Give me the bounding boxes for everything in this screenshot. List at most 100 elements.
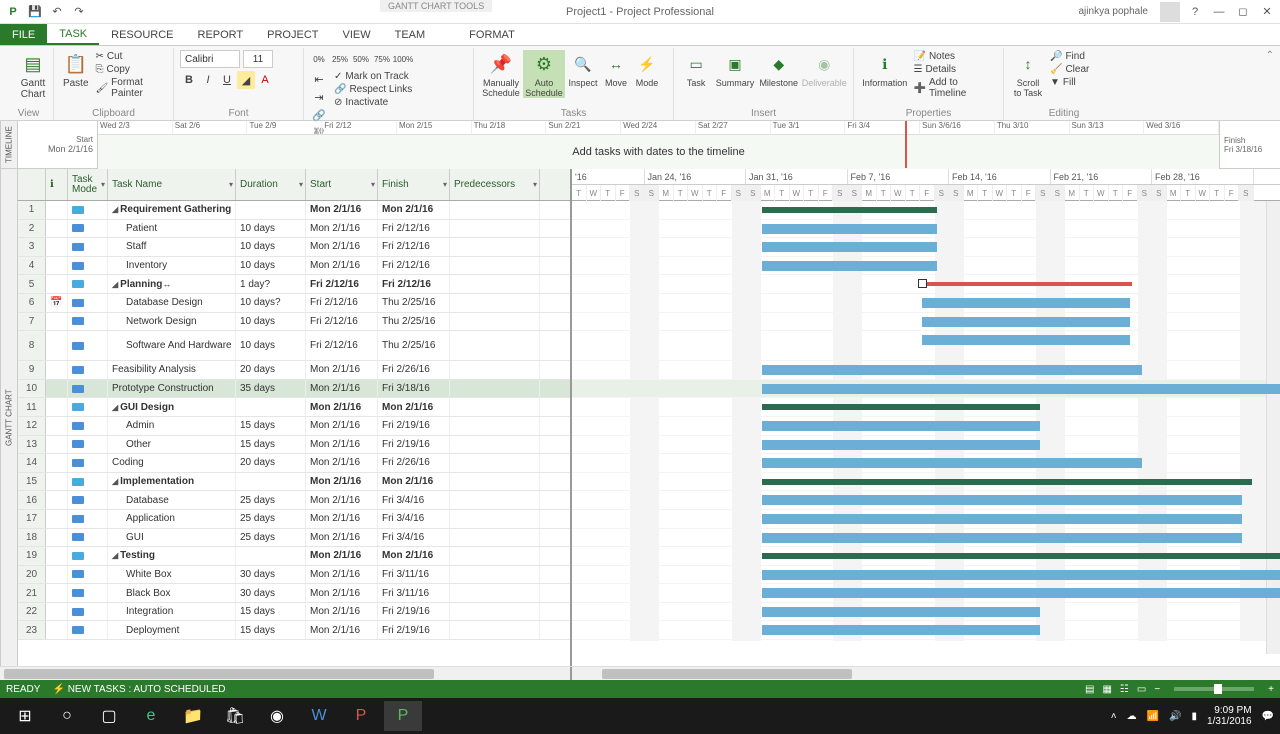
tab-resource[interactable]: RESOURCE: [99, 24, 185, 45]
collapse-ribbon-icon[interactable]: ⌃: [1266, 50, 1274, 61]
vertical-scrollbar[interactable]: [1266, 201, 1280, 654]
table-row[interactable]: 10Prototype Construction35 daysMon 2/1/1…: [18, 380, 570, 399]
cortana-icon[interactable]: ○: [48, 701, 86, 731]
taskview-icon[interactable]: ▢: [90, 701, 128, 731]
table-row[interactable]: 18GUI25 daysMon 2/1/16Fri 3/4/16: [18, 529, 570, 548]
font-size-select[interactable]: 11: [243, 50, 273, 68]
close-icon[interactable]: ✕: [1258, 3, 1276, 21]
copy-button[interactable]: ⎘Copy: [95, 63, 167, 76]
tab-file[interactable]: FILE: [0, 24, 47, 45]
font-name-select[interactable]: Calibri: [180, 50, 240, 68]
horizontal-scrollbar[interactable]: [0, 666, 1280, 680]
tab-view[interactable]: VIEW: [330, 24, 382, 45]
fontcolor-button[interactable]: A: [256, 71, 274, 89]
move-button[interactable]: ↔Move: [601, 50, 631, 98]
view-icon-1[interactable]: ▤: [1085, 684, 1094, 695]
explorer-icon[interactable]: 📁: [174, 701, 212, 731]
zoom-in-icon[interactable]: +: [1268, 684, 1274, 695]
undo-icon[interactable]: ↶: [48, 3, 66, 21]
respect-links-button[interactable]: 🔗Respect Links: [334, 83, 412, 96]
manually-schedule-button[interactable]: 📌Manually Schedule: [480, 50, 522, 98]
ppt-icon[interactable]: P: [342, 701, 380, 731]
table-row[interactable]: 19◢TestingMon 2/1/16Mon 2/1/16: [18, 547, 570, 566]
tab-team[interactable]: TEAM: [383, 24, 438, 45]
zoom-slider[interactable]: [1174, 687, 1254, 691]
col-start[interactable]: Start▾: [306, 169, 378, 200]
table-row[interactable]: 1◢Requirement GatheringMon 2/1/16Mon 2/1…: [18, 201, 570, 220]
outdent-button[interactable]: ⇤: [310, 70, 328, 88]
clear-button[interactable]: 🧹Clear: [1050, 63, 1089, 76]
table-row[interactable]: 5◢Planning ↔1 day?Fri 2/12/16Fri 2/12/16: [18, 275, 570, 294]
table-row[interactable]: 6📅Database Design10 days?Fri 2/12/16Thu …: [18, 294, 570, 313]
table-row[interactable]: 8Software And Hardware10 daysFri 2/12/16…: [18, 331, 570, 361]
chrome-icon[interactable]: ◉: [258, 701, 296, 731]
bold-button[interactable]: B: [180, 71, 198, 89]
timeline-placeholder[interactable]: Add tasks with dates to the timeline: [98, 135, 1219, 169]
tab-report[interactable]: REPORT: [186, 24, 256, 45]
redo-icon[interactable]: ↷: [70, 3, 88, 21]
table-row[interactable]: 22Integration15 daysMon 2/1/16Fri 2/19/1…: [18, 603, 570, 622]
minimize-icon[interactable]: —: [1210, 3, 1228, 21]
table-row[interactable]: 11◢GUI DesignMon 2/1/16Mon 2/1/16: [18, 398, 570, 417]
paste-button[interactable]: 📋 Paste: [60, 50, 91, 100]
view-icon-4[interactable]: ▭: [1137, 684, 1146, 695]
milestone-button[interactable]: ◆Milestone: [758, 50, 800, 88]
pct50-button[interactable]: 50%: [352, 50, 370, 68]
table-row[interactable]: 7Network Design10 daysFri 2/12/16Thu 2/2…: [18, 313, 570, 332]
table-row[interactable]: 21Black Box30 daysMon 2/1/16Fri 3/11/16: [18, 584, 570, 603]
word-icon[interactable]: W: [300, 701, 338, 731]
indent-button[interactable]: ⇥: [310, 88, 328, 106]
pct25-button[interactable]: 25%: [331, 50, 349, 68]
add-timeline-button[interactable]: ➕Add to Timeline: [913, 76, 997, 100]
table-row[interactable]: 2Patient10 daysMon 2/1/16Fri 2/12/16: [18, 220, 570, 239]
find-button[interactable]: 🔎Find: [1050, 50, 1089, 63]
table-row[interactable]: 4Inventory10 daysMon 2/1/16Fri 2/12/16: [18, 257, 570, 276]
pct100-button[interactable]: 100%: [394, 50, 412, 68]
mark-on-track-button[interactable]: ✓Mark on Track: [334, 70, 412, 83]
maximize-icon[interactable]: ◻: [1234, 3, 1252, 21]
details-button[interactable]: ☰Details: [913, 63, 997, 76]
table-row[interactable]: 17Application25 daysMon 2/1/16Fri 3/4/16: [18, 510, 570, 529]
scroll-to-task-button[interactable]: ↕Scroll to Task: [1010, 50, 1046, 98]
table-row[interactable]: 12Admin15 daysMon 2/1/16Fri 2/19/16: [18, 417, 570, 436]
bgcolor-button[interactable]: ◢: [237, 71, 255, 89]
view-icon-2[interactable]: ▦: [1102, 684, 1111, 695]
table-row[interactable]: 23Deployment15 daysMon 2/1/16Fri 2/19/16: [18, 621, 570, 640]
inactivate-button[interactable]: ⊘Inactivate: [334, 96, 412, 109]
mode-button[interactable]: ⚡Mode: [632, 50, 662, 98]
table-row[interactable]: 14Coding20 daysMon 2/1/16Fri 2/26/16: [18, 454, 570, 473]
help-icon[interactable]: ?: [1186, 3, 1204, 21]
table-row[interactable]: 3Staff10 daysMon 2/1/16Fri 2/12/16: [18, 238, 570, 257]
col-name[interactable]: Task Name▾: [108, 169, 236, 200]
pct75-button[interactable]: 75%: [373, 50, 391, 68]
task-button[interactable]: ▭Task: [680, 50, 712, 88]
store-icon[interactable]: 🛍: [216, 701, 254, 731]
project-taskbar-icon[interactable]: P: [384, 701, 422, 731]
tab-format[interactable]: FORMAT: [457, 24, 527, 45]
start-button[interactable]: ⊞: [6, 701, 44, 731]
table-row[interactable]: 9Feasibility Analysis20 daysMon 2/1/16Fr…: [18, 361, 570, 380]
gantt-chart-button[interactable]: ▤ Gantt Chart: [10, 50, 56, 100]
tab-task[interactable]: TASK: [47, 24, 99, 45]
notes-button[interactable]: 📝Notes: [913, 50, 997, 63]
col-predecessors[interactable]: Predecessors▾: [450, 169, 540, 200]
col-duration[interactable]: Duration▾: [236, 169, 306, 200]
zoom-out-icon[interactable]: −: [1154, 684, 1160, 695]
edge-icon[interactable]: e: [132, 701, 170, 731]
fill-button[interactable]: ▼Fill: [1050, 76, 1089, 89]
italic-button[interactable]: I: [199, 71, 217, 89]
table-row[interactable]: 20White Box30 daysMon 2/1/16Fri 3/11/16: [18, 566, 570, 585]
format-painter-button[interactable]: 🖌Format Painter: [95, 76, 167, 100]
deliverable-button[interactable]: ◉Deliverable: [802, 50, 847, 88]
col-finish[interactable]: Finish▾: [378, 169, 450, 200]
inspect-button[interactable]: 🔍Inspect: [566, 50, 600, 98]
table-row[interactable]: 16Database25 daysMon 2/1/16Fri 3/4/16: [18, 491, 570, 510]
tab-project[interactable]: PROJECT: [255, 24, 330, 45]
avatar-icon[interactable]: [1160, 2, 1180, 22]
system-clock[interactable]: 9:09 PM1/31/2016: [1207, 705, 1252, 727]
view-icon-3[interactable]: ☷: [1120, 684, 1129, 695]
save-icon[interactable]: 💾: [26, 3, 44, 21]
table-row[interactable]: 13Other15 daysMon 2/1/16Fri 2/19/16: [18, 436, 570, 455]
summary-button[interactable]: ▣Summary: [714, 50, 756, 88]
col-mode[interactable]: Task Mode▾: [68, 169, 108, 200]
